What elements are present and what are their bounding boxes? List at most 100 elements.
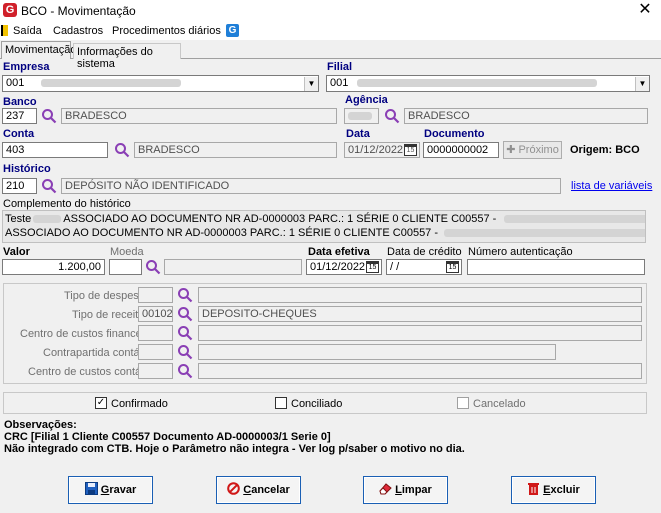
limpar-label: impar	[401, 484, 432, 496]
documento-input[interactable]: 0000000002	[423, 142, 499, 158]
cancelar-button[interactable]: Cancelar	[216, 476, 301, 504]
data-efetiva-value: 01/12/2022	[310, 261, 366, 273]
tipo-despesa-code[interactable]	[138, 287, 173, 303]
empresa-label: Empresa	[3, 61, 50, 73]
menu-bar: Saída Cadastros Procedimentos diários G	[0, 22, 661, 40]
search-icon[interactable]	[41, 108, 57, 124]
historico-code-input[interactable]: 210	[2, 178, 37, 194]
lista-variaveis-link[interactable]: lista de variáveis	[571, 180, 652, 192]
excluir-label: xcluir	[550, 484, 580, 496]
cancel-icon	[227, 482, 241, 495]
numero-autenticacao-input[interactable]	[467, 259, 645, 275]
menu-procedimentos-diarios[interactable]: Procedimentos diários	[112, 25, 221, 37]
origem-text: Origem: BCO	[570, 144, 640, 156]
numero-autenticacao-label: Número autenticação	[468, 246, 573, 258]
chevron-down-icon[interactable]: ▼	[304, 77, 318, 91]
complemento-line1: ASSOCIADO AO DOCUMENTO NR AD-0000003 PAR…	[63, 213, 497, 225]
save-icon	[84, 482, 98, 495]
chevron-down-icon[interactable]: ▼	[635, 77, 649, 91]
data-credito-input[interactable]: / / 15	[386, 259, 462, 275]
tab-informacoes-sistema[interactable]: Informações do sistema	[73, 43, 181, 70]
redacted-text	[504, 215, 645, 224]
data-credito-value: / /	[390, 261, 400, 273]
search-icon[interactable]	[384, 108, 400, 124]
cancelar-hotkey: C	[243, 484, 252, 496]
data-credito-label: Data de crédito	[387, 246, 462, 258]
centro-custos-contabil-desc	[198, 363, 642, 379]
empresa-value: 001	[6, 77, 25, 89]
tipo-despesa-desc	[198, 287, 642, 303]
search-icon[interactable]	[177, 287, 193, 303]
excluir-button[interactable]: Excluir	[511, 476, 596, 504]
proximo-label: Próximo	[518, 144, 559, 156]
complemento-line1-prefix: Teste	[5, 213, 32, 225]
search-icon[interactable]	[41, 178, 57, 194]
calendar-icon[interactable]: 15	[404, 144, 417, 156]
filial-name-redacted	[357, 79, 598, 88]
empresa-name-redacted	[41, 79, 182, 88]
flag-icon	[1, 25, 8, 36]
data-efetiva-label: Data efetiva	[308, 246, 370, 258]
confirmado-label: Confirmado	[111, 398, 168, 410]
help-icon[interactable]: G	[226, 24, 239, 37]
conciliado-label: Conciliado	[291, 398, 343, 410]
historico-label: Histórico	[3, 163, 51, 175]
data-efetiva-input[interactable]: 01/12/2022 15	[306, 259, 382, 275]
data-label: Data	[346, 128, 370, 140]
eraser-icon	[379, 483, 392, 495]
close-icon[interactable]: ✕	[635, 1, 655, 19]
menu-cadastros[interactable]: Cadastros	[53, 25, 103, 37]
conta-name-field: BRADESCO	[134, 142, 337, 158]
moeda-label: Moeda	[110, 246, 144, 258]
tab-movimentacao[interactable]: Movimentação	[1, 41, 77, 59]
documento-label: Documento	[424, 128, 485, 140]
search-icon[interactable]	[177, 325, 193, 341]
conta-label: Conta	[3, 128, 35, 140]
calendar-icon[interactable]: 15	[366, 261, 379, 273]
complemento-textarea[interactable]: Teste ASSOCIADO AO DOCUMENTO NR AD-000000…	[2, 210, 646, 243]
filial-select[interactable]: 001 ▼	[326, 75, 650, 92]
plus-icon: ✚	[506, 144, 519, 156]
banco-code-input[interactable]: 237	[2, 108, 37, 124]
complemento-label: Complemento do histórico	[3, 198, 131, 210]
search-icon[interactable]	[177, 344, 193, 360]
gravar-label: ravar	[109, 484, 137, 496]
cancelado-label: Cancelado	[473, 398, 526, 410]
gravar-button[interactable]: Gravar	[68, 476, 153, 504]
limpar-button[interactable]: Limpar	[363, 476, 448, 504]
moeda-desc-field	[164, 259, 302, 275]
calendar-icon[interactable]: 15	[446, 261, 459, 273]
search-icon[interactable]	[114, 142, 130, 158]
proximo-button[interactable]: ✚ Próximo	[503, 141, 562, 159]
confirmado-checkbox[interactable]: ✓	[95, 397, 107, 409]
tipo-despesa-label: Tipo de despesa	[64, 290, 145, 302]
redacted-text	[444, 229, 645, 238]
contrapartida-contabil-desc	[198, 344, 556, 360]
agencia-label: Agência	[345, 94, 388, 106]
window-title: BCO - Movimentação	[21, 4, 136, 18]
contrapartida-contabil-code[interactable]	[138, 344, 173, 360]
centro-custos-financeiro-code[interactable]	[138, 325, 173, 341]
banco-name-field: BRADESCO	[61, 108, 337, 124]
cancelado-checkbox[interactable]	[457, 397, 469, 409]
data-field[interactable]: 01/12/2022 15	[344, 142, 420, 158]
filial-label: Filial	[327, 61, 353, 73]
moeda-input[interactable]	[109, 259, 142, 275]
menu-saida[interactable]: Saída	[13, 25, 42, 37]
search-icon[interactable]	[177, 306, 193, 322]
centro-custos-contabil-code[interactable]	[138, 363, 173, 379]
centro-custos-financeiro-desc	[198, 325, 642, 341]
tipo-receita-desc: DEPOSITO-CHEQUES	[198, 306, 642, 322]
tipo-receita-code[interactable]: 00102	[138, 306, 173, 322]
search-icon[interactable]	[145, 259, 161, 275]
trash-icon	[528, 483, 540, 495]
observacoes-title: Observações:	[4, 419, 77, 431]
empresa-select[interactable]: 001 ▼	[2, 75, 319, 92]
valor-input[interactable]: 1.200,00	[2, 259, 105, 275]
banco-label: Banco	[3, 96, 37, 108]
conta-code-input[interactable]: 403	[2, 142, 108, 158]
tipo-receita-label: Tipo de receita	[72, 309, 145, 321]
search-icon[interactable]	[177, 363, 193, 379]
cancelar-label: ancelar	[251, 484, 290, 496]
conciliado-checkbox[interactable]	[275, 397, 287, 409]
